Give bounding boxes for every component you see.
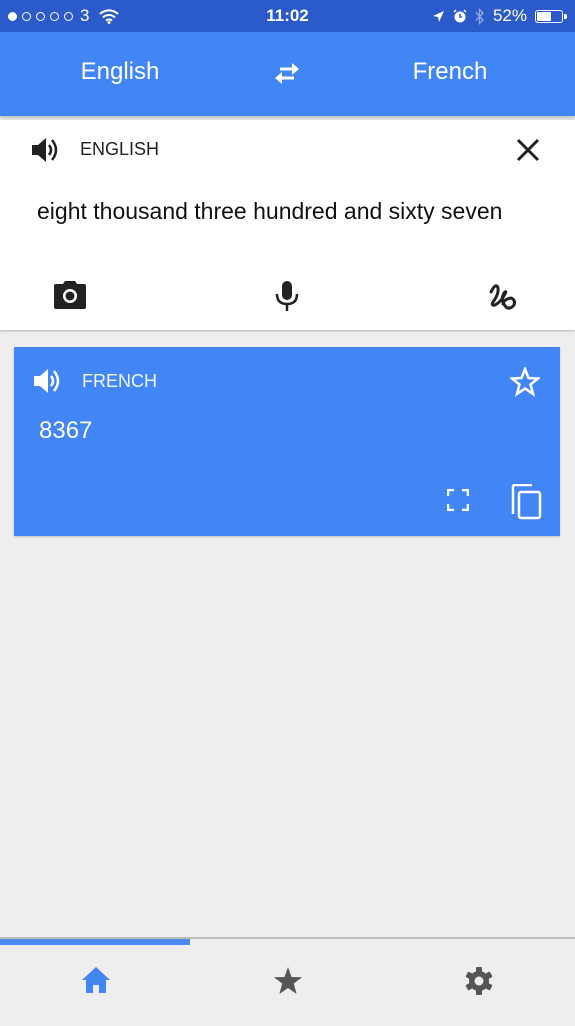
translation-card[interactable]: FRENCH 8367 xyxy=(14,347,560,536)
battery-percent: 52% xyxy=(492,6,527,25)
translation-text: 8367 xyxy=(39,417,93,444)
clear-input-button[interactable] xyxy=(515,137,541,163)
copy-button[interactable] xyxy=(510,484,542,520)
source-language-label: ENGLISH xyxy=(80,139,160,159)
gear-icon xyxy=(463,965,495,997)
target-language-label: FRENCH xyxy=(82,371,157,391)
save-favorite-button[interactable] xyxy=(510,367,540,397)
bottom-nav xyxy=(0,937,575,1026)
speaker-icon xyxy=(30,136,62,164)
listen-translation-button[interactable] xyxy=(32,367,64,395)
location-arrow-icon xyxy=(432,10,445,23)
swap-languages-button[interactable] xyxy=(272,60,302,86)
status-bar: 3 11:02 52% xyxy=(0,0,575,32)
fullscreen-icon xyxy=(447,489,469,511)
voice-input-button[interactable] xyxy=(274,280,300,312)
bluetooth-icon xyxy=(475,7,485,25)
home-icon xyxy=(80,965,112,995)
nav-home-tab[interactable] xyxy=(80,965,112,995)
status-right-group: 52% xyxy=(432,6,567,26)
input-card: ENGLISH eight thousand three hundred and… xyxy=(0,120,575,330)
source-text-input[interactable]: eight thousand three hundred and sixty s… xyxy=(37,198,502,225)
listen-source-button[interactable] xyxy=(30,136,62,164)
alarm-icon xyxy=(453,9,467,23)
close-icon xyxy=(515,137,541,163)
speaker-icon xyxy=(32,367,64,395)
nav-settings-tab[interactable] xyxy=(463,965,495,997)
nav-favorites-tab[interactable] xyxy=(272,965,304,997)
star-outline-icon xyxy=(510,367,540,397)
star-icon xyxy=(272,965,304,997)
copy-icon xyxy=(510,484,542,520)
language-bar: English French xyxy=(0,32,575,116)
source-language-button[interactable]: English xyxy=(20,58,220,86)
loading-progress-bar xyxy=(0,939,190,945)
target-language-button[interactable]: French xyxy=(350,58,550,86)
fullscreen-button[interactable] xyxy=(447,489,469,511)
microphone-icon xyxy=(274,280,300,312)
camera-icon xyxy=(53,280,87,310)
battery-icon xyxy=(535,9,567,23)
camera-button[interactable] xyxy=(53,280,87,310)
swap-arrows-icon xyxy=(272,60,302,86)
battery-level xyxy=(537,11,551,21)
handwriting-icon xyxy=(487,280,519,312)
handwriting-button[interactable] xyxy=(487,280,519,312)
